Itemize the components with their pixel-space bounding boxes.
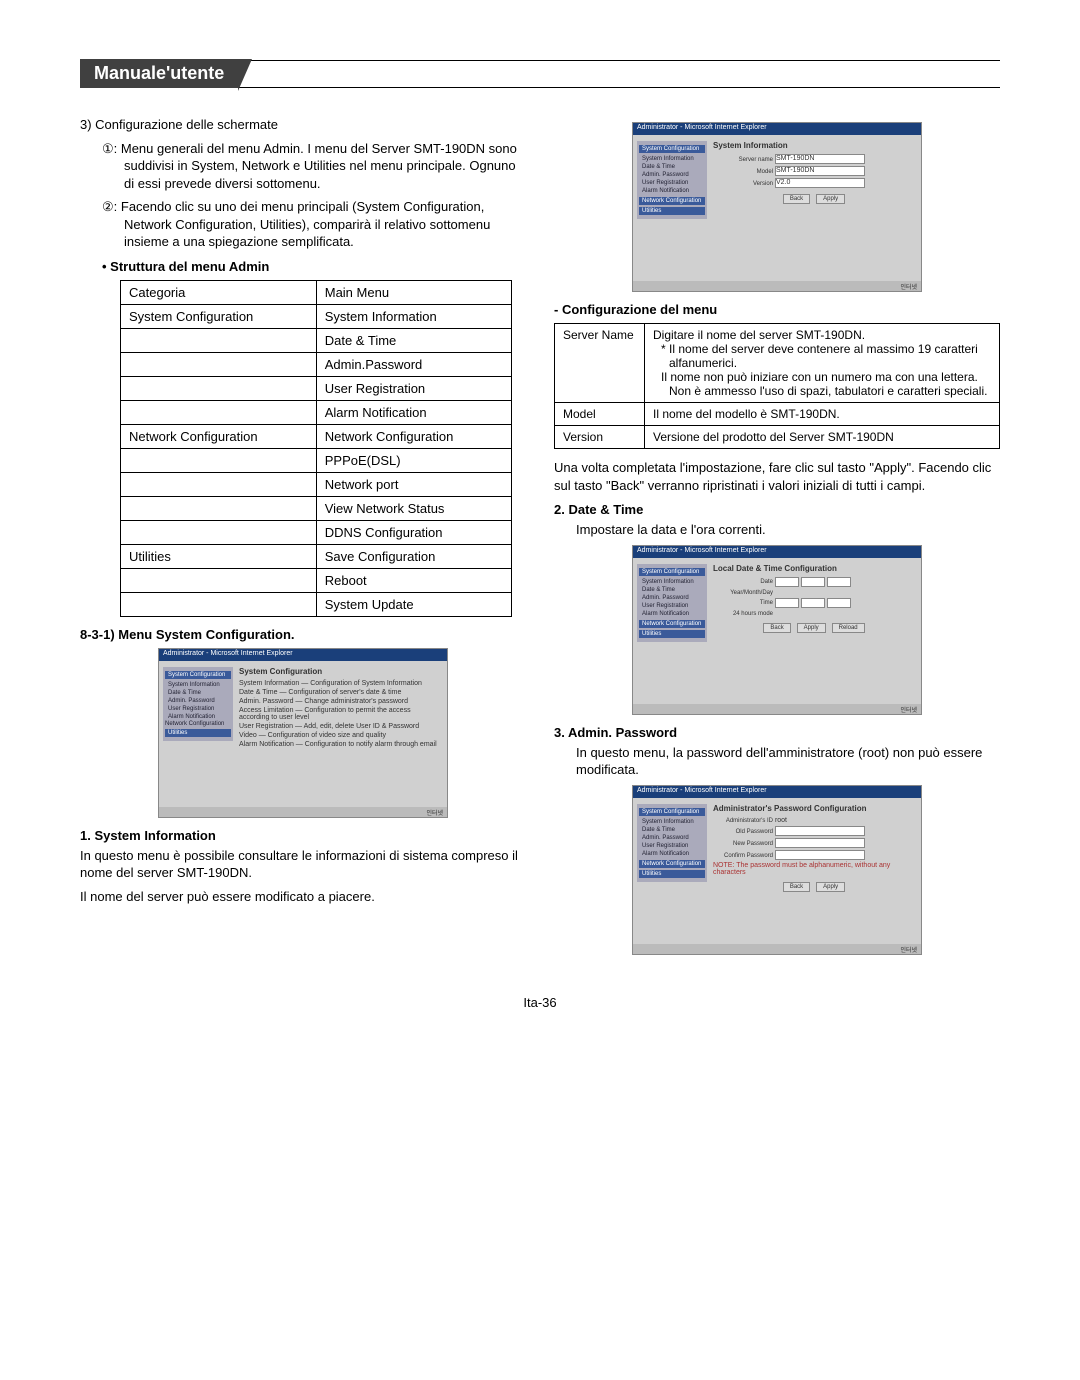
date-d-input[interactable] <box>827 577 851 587</box>
window-titlebar: Administrator - Microsoft Internet Explo… <box>159 649 447 661</box>
status-bar: 인터넷 <box>633 704 921 714</box>
screenshot-main: System Configuration System Information … <box>239 667 441 750</box>
date-m-input[interactable] <box>801 577 825 587</box>
apply-button[interactable]: Apply <box>816 882 845 892</box>
page-number: Ita-36 <box>80 995 1000 1010</box>
server-name-input[interactable]: SMT-190DN <box>775 154 865 164</box>
screenshot-sidebar: System Configuration System Information … <box>637 141 707 219</box>
new-password-input[interactable] <box>775 838 865 848</box>
back-button[interactable]: Back <box>783 882 810 892</box>
version-field: V2.0 <box>775 178 865 188</box>
table-row: UtilitiesSave Configuration <box>121 544 512 568</box>
table-row: PPPoE(DSL) <box>121 448 512 472</box>
table-row: Date & Time <box>121 328 512 352</box>
sysinfo-title: 1. System Information <box>80 828 526 843</box>
time-s-input[interactable] <box>827 598 851 608</box>
sysinfo-text2: Il nome del server può essere modificato… <box>80 888 526 906</box>
window-titlebar: Administrator - Microsoft Internet Explo… <box>633 546 921 558</box>
page-header: Manuale'utente <box>80 60 1000 88</box>
model-field: SMT-190DN <box>775 166 865 176</box>
table-row: Reboot <box>121 568 512 592</box>
screenshot-sidebar: System Configuration System Information … <box>637 564 707 642</box>
adminpw-title: 3. Admin. Password <box>554 725 1000 740</box>
table-row: CategoriaMain Menu <box>121 280 512 304</box>
screenshot-sidebar: System Configuration System Information … <box>163 667 233 741</box>
table-row: Alarm Notification <box>121 400 512 424</box>
table-row: System Update <box>121 592 512 616</box>
step3-heading: 3) Configurazione delle schermate <box>80 116 526 134</box>
apply-note: Una volta completata l'impostazione, far… <box>554 459 1000 494</box>
table-row: Network port <box>121 472 512 496</box>
table-row: Server Name Digitare il nome del server … <box>555 324 1000 403</box>
status-bar: 인터넷 <box>159 807 447 817</box>
datetime-text: Impostare la data e l'ora correnti. <box>554 521 1000 539</box>
datetime-title: 2. Date & Time <box>554 502 1000 517</box>
adminpw-text: In questo menu, la password dell'amminis… <box>554 744 1000 779</box>
screenshot-main: Administrator's Password Configuration A… <box>713 804 915 892</box>
sidebar-netconf: Network Configuration <box>165 721 231 727</box>
table-row: Model Il nome del modello è SMT-190DN. <box>555 403 1000 426</box>
manual-title: Manuale'utente <box>80 59 238 88</box>
back-button[interactable]: Back <box>763 623 790 633</box>
screenshot-main: System Information Server name SMT-190DN… <box>713 141 915 204</box>
table-row: System ConfigurationSystem Information <box>121 304 512 328</box>
screenshot-main: Local Date & Time Configuration Date Yea… <box>713 564 915 633</box>
table-row: User Registration <box>121 376 512 400</box>
step3-item1: ①: Menu generali del menu Admin. I menu … <box>80 140 526 193</box>
table-row: DDNS Configuration <box>121 520 512 544</box>
window-titlebar: Administrator - Microsoft Internet Explo… <box>633 786 921 798</box>
reload-button[interactable]: Reload <box>832 623 865 633</box>
screenshot-system-info: Administrator - Microsoft Internet Explo… <box>632 122 922 292</box>
date-y-input[interactable] <box>775 577 799 587</box>
section-831-title: 8-3-1) Menu System Configuration. <box>80 627 526 642</box>
table-row: Version Versione del prodotto del Server… <box>555 426 1000 449</box>
table-row: View Network Status <box>121 496 512 520</box>
step3-item2: ②: Facendo clic su uno dei menu principa… <box>80 198 526 251</box>
status-bar: 인터넷 <box>633 944 921 954</box>
admin-structure-title: Struttura del menu Admin <box>102 259 526 274</box>
status-bar: 인터넷 <box>633 281 921 291</box>
left-column: 3) Configurazione delle schermate ①: Men… <box>80 116 526 965</box>
config-menu-title: Configurazione del menu <box>554 302 1000 317</box>
back-button[interactable]: Back <box>783 194 810 204</box>
confirm-password-input[interactable] <box>775 850 865 860</box>
screenshot-datetime: Administrator - Microsoft Internet Explo… <box>632 545 922 715</box>
time-h-input[interactable] <box>775 598 799 608</box>
right-column: Administrator - Microsoft Internet Explo… <box>554 116 1000 965</box>
apply-button[interactable]: Apply <box>797 623 826 633</box>
table-row: Admin.Password <box>121 352 512 376</box>
screenshot-admin-password: Administrator - Microsoft Internet Explo… <box>632 785 922 955</box>
sysinfo-text1: In questo menu è possibile consultare le… <box>80 847 526 882</box>
window-titlebar: Administrator - Microsoft Internet Explo… <box>633 123 921 135</box>
time-m-input[interactable] <box>801 598 825 608</box>
table-row: Network ConfigurationNetwork Configurati… <box>121 424 512 448</box>
admin-menu-table: CategoriaMain Menu System ConfigurationS… <box>120 280 512 617</box>
sidebar-util: Utilities <box>165 729 231 737</box>
apply-button[interactable]: Apply <box>816 194 845 204</box>
screenshot-sidebar: System Configuration System Information … <box>637 804 707 882</box>
old-password-input[interactable] <box>775 826 865 836</box>
config-menu-table: Server Name Digitare il nome del server … <box>554 323 1000 449</box>
screenshot-system-config: Administrator - Microsoft Internet Explo… <box>158 648 448 818</box>
sidebar-sysconf: System Configuration <box>165 671 231 679</box>
